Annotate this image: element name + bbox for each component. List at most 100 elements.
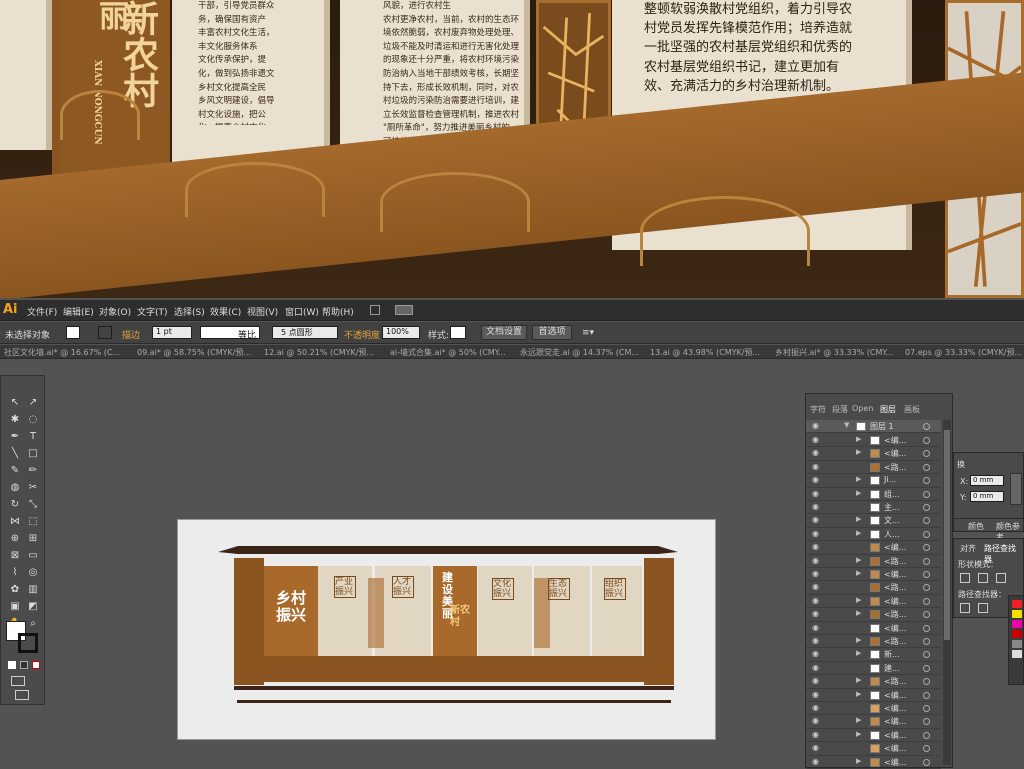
- eye-icon[interactable]: ◉: [812, 757, 819, 766]
- layer-name[interactable]: <编...: [884, 435, 906, 446]
- eye-icon[interactable]: ◉: [812, 623, 819, 632]
- layer-row[interactable]: ◉ ▶ <编...: [806, 756, 941, 769]
- target-icon[interactable]: [923, 718, 930, 726]
- paintbrush-tool-icon[interactable]: ✎: [7, 464, 23, 478]
- selection-tool-icon[interactable]: ↖: [7, 396, 23, 410]
- artboard[interactable]: 乡村振兴 产业振兴 人才振兴 建设美丽 新农村 文化振兴 生态振兴 组织振兴: [177, 519, 716, 740]
- eye-icon[interactable]: ◉: [812, 556, 819, 565]
- brush-select[interactable]: 5 点圆形: [272, 326, 338, 339]
- tab-character[interactable]: 字符: [810, 404, 826, 415]
- stroke-color-box[interactable]: [18, 633, 38, 653]
- eye-icon[interactable]: ◉: [812, 502, 819, 511]
- target-icon[interactable]: [923, 638, 930, 645]
- eye-icon[interactable]: ◉: [812, 649, 819, 658]
- layer-name[interactable]: <编...: [884, 542, 906, 553]
- reference-point-icon[interactable]: [1010, 473, 1022, 505]
- layer-name[interactable]: <编...: [884, 690, 906, 701]
- minus-front-icon[interactable]: [978, 573, 988, 583]
- doc-tab[interactable]: 乡村振兴.ai* @ 33.33% (CMY...: [775, 347, 893, 358]
- target-icon[interactable]: [923, 504, 930, 511]
- doc-tab[interactable]: ai-墙式合集.ai* @ 50% (CMY...: [390, 347, 506, 358]
- expand-icon[interactable]: ▶: [856, 556, 861, 564]
- draw-mode-icon[interactable]: [11, 676, 25, 686]
- target-icon[interactable]: [923, 450, 930, 458]
- target-icon[interactable]: [923, 544, 930, 552]
- layer-row[interactable]: ◉ <编...: [806, 622, 941, 635]
- swatch-dark-red[interactable]: [1012, 630, 1022, 638]
- layer-row[interactable]: ◉ ▶ Ji...: [806, 474, 941, 488]
- target-icon[interactable]: [923, 584, 930, 592]
- target-icon[interactable]: [923, 423, 930, 430]
- menu-file[interactable]: 文件(F): [27, 305, 57, 318]
- expand-icon[interactable]: ▶: [856, 636, 861, 644]
- intersect-icon[interactable]: [996, 573, 1006, 583]
- layer-row[interactable]: ◉ ▶ <编...: [806, 568, 941, 582]
- expand-icon[interactable]: ▶: [856, 690, 861, 698]
- swatch-gray[interactable]: [1012, 640, 1022, 648]
- target-icon[interactable]: [923, 731, 930, 739]
- expand-icon[interactable]: ▶: [856, 609, 861, 617]
- layer-name[interactable]: <路...: [884, 636, 906, 647]
- expand-icon[interactable]: ▶: [856, 649, 861, 657]
- eye-icon[interactable]: ◉: [812, 489, 819, 498]
- style-swatch[interactable]: [450, 326, 466, 339]
- target-icon[interactable]: [923, 571, 930, 578]
- menu-edit[interactable]: 编辑(E): [63, 305, 94, 318]
- transform-tab[interactable]: 换: [957, 459, 965, 470]
- layer-name[interactable]: <编...: [884, 623, 906, 634]
- expand-icon[interactable]: ▶: [856, 676, 861, 684]
- layer-row[interactable]: ◉ ▶ <编...: [806, 595, 941, 609]
- tab-align[interactable]: 对齐: [960, 543, 976, 554]
- layer-name[interactable]: 人...: [884, 529, 900, 540]
- layer-name[interactable]: <编...: [884, 569, 906, 580]
- opacity-field[interactable]: 100%: [382, 326, 420, 339]
- direct-selection-tool-icon[interactable]: ↗: [25, 396, 41, 410]
- target-icon[interactable]: [923, 705, 930, 712]
- eye-icon[interactable]: ◉: [812, 636, 819, 645]
- target-icon[interactable]: [923, 530, 930, 538]
- doc-tab[interactable]: 07.eps @ 33.33% (CMYK/预...: [905, 347, 1022, 358]
- stroke-swatch[interactable]: [98, 326, 112, 339]
- eye-icon[interactable]: ◉: [812, 448, 819, 457]
- target-icon[interactable]: [923, 517, 930, 525]
- swatch-light[interactable]: [1012, 650, 1022, 658]
- menu-effect[interactable]: 效果(C): [210, 305, 241, 318]
- eye-icon[interactable]: ◉: [812, 529, 819, 538]
- layer-row[interactable]: ◉ 建...: [806, 662, 941, 676]
- blend-tool-icon[interactable]: ◎: [25, 566, 41, 580]
- lasso-tool-icon[interactable]: ◌: [25, 413, 41, 427]
- doc-tab[interactable]: 09.ai* @ 58.75% (CMYK/预...: [137, 347, 251, 358]
- expand-icon[interactable]: ▶: [856, 529, 861, 537]
- doc-tab[interactable]: 13.ai @ 43.98% (CMYK/预...: [650, 347, 760, 358]
- tab-artboards[interactable]: 画板: [904, 404, 920, 415]
- column-graph-tool-icon[interactable]: ▥: [25, 583, 41, 597]
- menu-help[interactable]: 帮助(H): [322, 305, 354, 318]
- expand-icon[interactable]: ▶: [856, 596, 861, 604]
- menu-view[interactable]: 视图(V): [247, 305, 278, 318]
- tab-opentype[interactable]: Open: [852, 404, 873, 413]
- layer-name[interactable]: <路...: [884, 582, 906, 593]
- layer-name[interactable]: <路...: [884, 609, 906, 620]
- swatch-red[interactable]: [1012, 600, 1022, 608]
- target-icon[interactable]: [923, 611, 930, 619]
- eye-icon[interactable]: ◉: [812, 690, 819, 699]
- layer-row[interactable]: ◉ ▶ <编...: [806, 434, 941, 448]
- eye-icon[interactable]: ◉: [812, 462, 819, 471]
- layer-row[interactable]: ◉ ▶ <路...: [806, 608, 941, 622]
- layer-row[interactable]: ◉ ▶ <编...: [806, 447, 941, 461]
- tab-layers[interactable]: 图层: [880, 404, 896, 415]
- target-icon[interactable]: [923, 437, 930, 444]
- layer-name[interactable]: 图层 1: [870, 421, 894, 432]
- eye-icon[interactable]: ◉: [812, 596, 819, 605]
- layer-name[interactable]: Ji...: [884, 475, 896, 484]
- blob-brush-tool-icon[interactable]: ◍: [7, 481, 23, 495]
- eye-icon[interactable]: ◉: [812, 569, 819, 578]
- eye-icon[interactable]: ◉: [812, 515, 819, 524]
- eye-icon[interactable]: ◉: [812, 435, 819, 444]
- type-tool-icon[interactable]: T: [25, 430, 41, 444]
- gradient-mode-icon[interactable]: [20, 661, 28, 669]
- layer-row[interactable]: ◉ 主...: [806, 501, 941, 515]
- zoom-tool-icon[interactable]: ⌕: [25, 617, 41, 631]
- target-icon[interactable]: [923, 624, 930, 632]
- menu-object[interactable]: 对象(O): [99, 305, 131, 318]
